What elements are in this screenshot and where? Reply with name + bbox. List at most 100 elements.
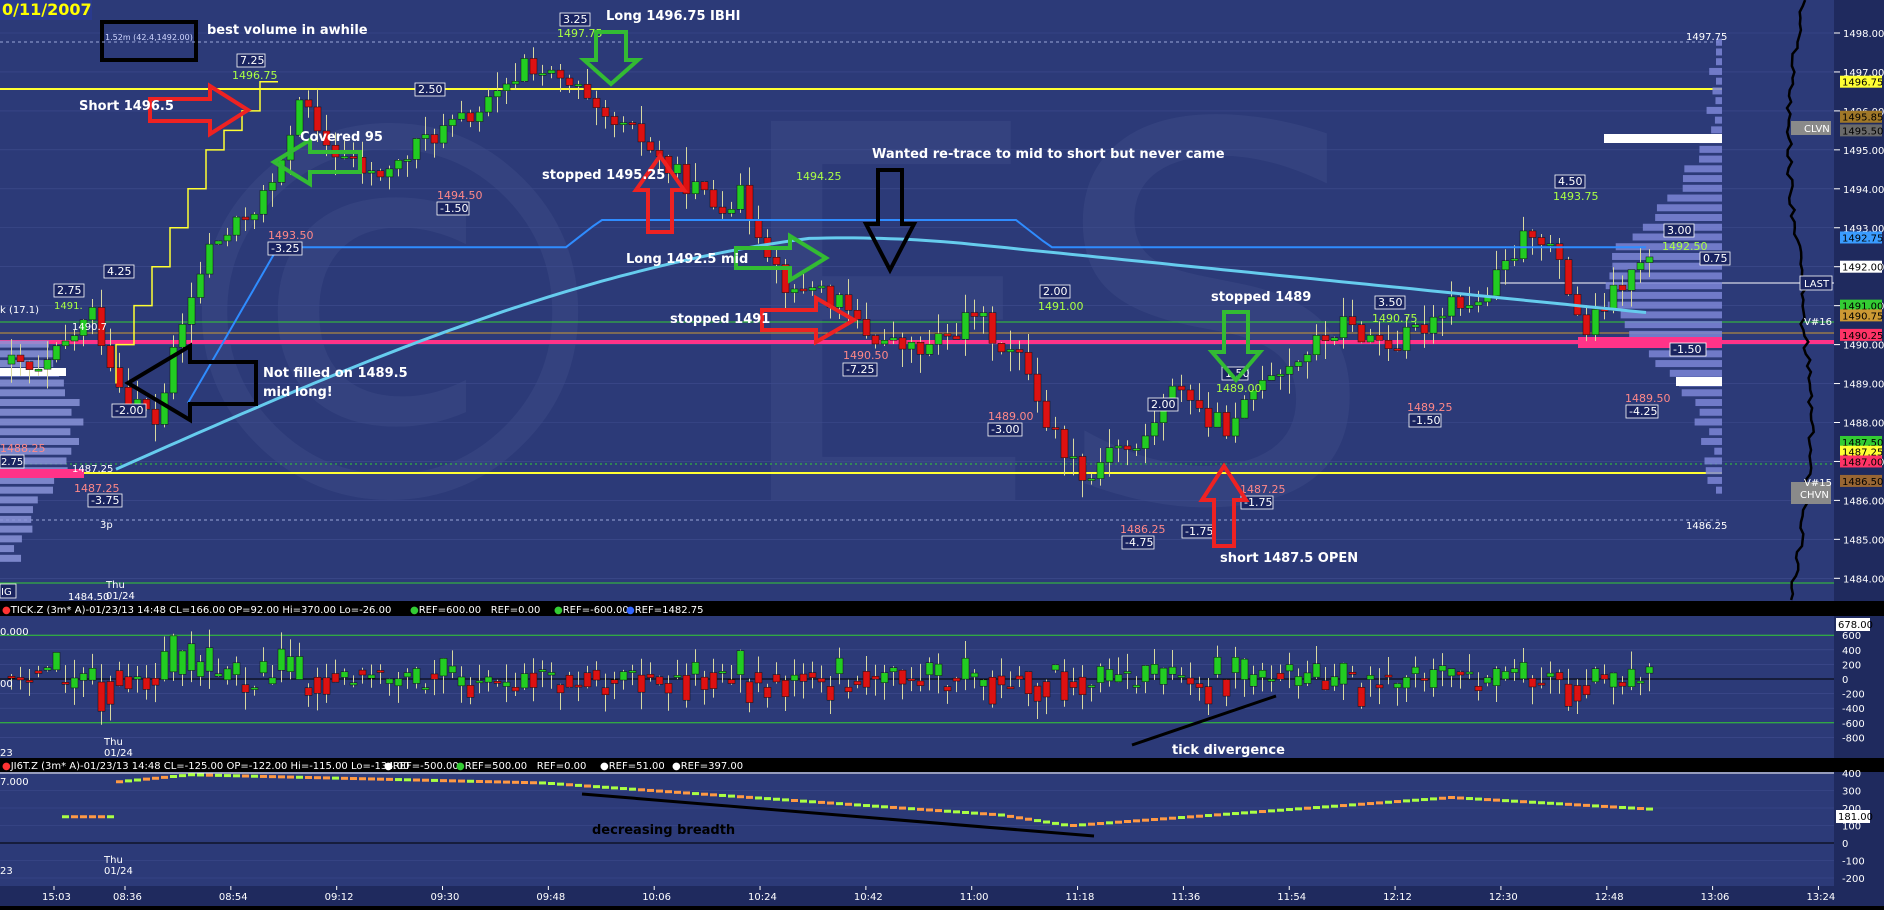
candle-up — [394, 159, 403, 170]
label-1490-50: 1490.50 — [843, 349, 889, 362]
profile-bar — [0, 408, 72, 416]
tick-candle-up — [232, 662, 241, 675]
candle-up — [907, 341, 916, 350]
candle-down — [1177, 385, 1186, 391]
breadth-mark — [1331, 804, 1338, 808]
tick-candle-down — [862, 671, 871, 688]
candle-down — [1618, 284, 1627, 291]
candle-up — [925, 343, 934, 355]
time-tick-label: 09:30 — [431, 892, 460, 903]
not-filled-text-1: Not filled on 1489.5 — [263, 366, 408, 381]
label-minus-4-75: -4.75 — [1125, 536, 1153, 549]
profile-bar — [1709, 67, 1722, 75]
profile-bar — [1714, 447, 1722, 455]
tick-candle-down — [808, 672, 817, 678]
breadth-mark — [809, 800, 816, 804]
tick-candle-up — [1393, 683, 1402, 689]
tick-candle-up — [385, 678, 394, 684]
candle-down — [583, 84, 592, 99]
breadth-mark — [485, 780, 492, 784]
label-1491-00: 1491.00 — [1038, 300, 1084, 313]
tick-candle-down — [682, 675, 691, 701]
breadth-mark — [332, 776, 339, 780]
breadth-mark — [566, 783, 573, 787]
breadth-mark — [1070, 824, 1077, 827]
candle-up — [979, 312, 988, 317]
breadth-mark — [1421, 798, 1428, 802]
axis-price-marker-text: 1487.00 — [1842, 457, 1883, 468]
tick-candle-down — [1015, 675, 1024, 680]
candle-up — [961, 312, 970, 340]
breadth-mark — [710, 793, 717, 797]
tick-candle-down — [106, 681, 115, 705]
tag-v16: V#16 — [1804, 317, 1832, 328]
axis-tick-label: 1486.00 — [1843, 496, 1884, 507]
breadth-mark — [746, 795, 753, 799]
tick-axis-label: 200 — [1842, 660, 1861, 671]
profile-bar — [1716, 58, 1722, 66]
breadth-ref-label: ●REF=0.00 — [528, 761, 586, 772]
time-tick-label: 10:24 — [748, 892, 777, 903]
breadth-mark — [440, 779, 447, 783]
tick-candle-up — [457, 676, 466, 687]
breadth-axis-label: -100 — [1842, 857, 1865, 868]
breadth-mark — [71, 815, 78, 819]
axis-price-marker-text: 1495.50 — [1842, 126, 1883, 137]
tick-candle-up — [88, 668, 97, 681]
profile-bar — [1706, 106, 1722, 114]
tick-candle-up — [43, 667, 52, 671]
breadth-mark — [899, 806, 906, 810]
tick-candle-up — [205, 647, 214, 672]
breadth-mark — [539, 781, 546, 785]
candle-down — [1528, 230, 1537, 238]
tick-axis-label: -400 — [1842, 704, 1865, 715]
breadth-mark — [413, 778, 420, 782]
profile-bar — [0, 389, 65, 397]
tick-candle-down — [997, 675, 1006, 686]
label-minus-1-50-a: -1.50 — [440, 202, 468, 215]
tick-date: 01/24 — [104, 748, 133, 759]
axis-price-marker-text: 1492.75 — [1842, 233, 1883, 244]
candle-up — [160, 392, 169, 425]
candle-down — [610, 116, 619, 125]
candle-down — [1186, 389, 1195, 401]
tick-left-zero: 00 — [0, 679, 13, 690]
candle-down — [700, 181, 709, 191]
breadth-axis-label: -200 — [1842, 874, 1865, 885]
tick-candle-up — [1114, 674, 1123, 683]
candle-up — [574, 84, 583, 87]
candle-down — [1051, 427, 1060, 430]
candle-up — [7, 354, 16, 365]
candle-down — [25, 361, 34, 370]
candle-up — [520, 58, 529, 82]
tick-candle-down — [898, 669, 907, 685]
candle-down — [466, 112, 475, 122]
label-1494-50: 1494.50 — [437, 189, 483, 202]
tick-candle-down — [574, 684, 583, 688]
breadth-mark — [431, 778, 438, 782]
tick-left-val: 0.000 — [0, 627, 29, 638]
breadth-d23: 23 — [0, 866, 13, 877]
candle-up — [484, 96, 493, 113]
tick-last-text: 678.00 — [1838, 620, 1873, 631]
tick-candle-down — [763, 687, 772, 698]
breadth-mark — [287, 775, 294, 779]
tick-candle-down — [16, 677, 25, 681]
breadth-mark — [305, 775, 312, 779]
axis-price-marker-text: 1492.00 — [1842, 263, 1883, 274]
tick-candle-down — [493, 680, 502, 684]
axis-tick-label: 1485.00 — [1843, 535, 1884, 546]
tick-candle-down — [781, 680, 790, 697]
candle-up — [1438, 315, 1447, 319]
breadth-mark — [1457, 796, 1464, 800]
label-minus-1-50-c: -1.50 — [1673, 343, 1701, 356]
breadth-mark — [314, 776, 321, 780]
breadth-mark — [1016, 816, 1023, 820]
candle-down — [844, 294, 853, 311]
profile-bar — [1699, 145, 1722, 153]
breadth-last-text: 181.00 — [1838, 812, 1873, 823]
candle-down — [529, 58, 538, 75]
tick-candle-down — [754, 672, 763, 684]
breadth-mark — [260, 774, 267, 778]
label-7-25: 7.25 — [240, 54, 265, 67]
